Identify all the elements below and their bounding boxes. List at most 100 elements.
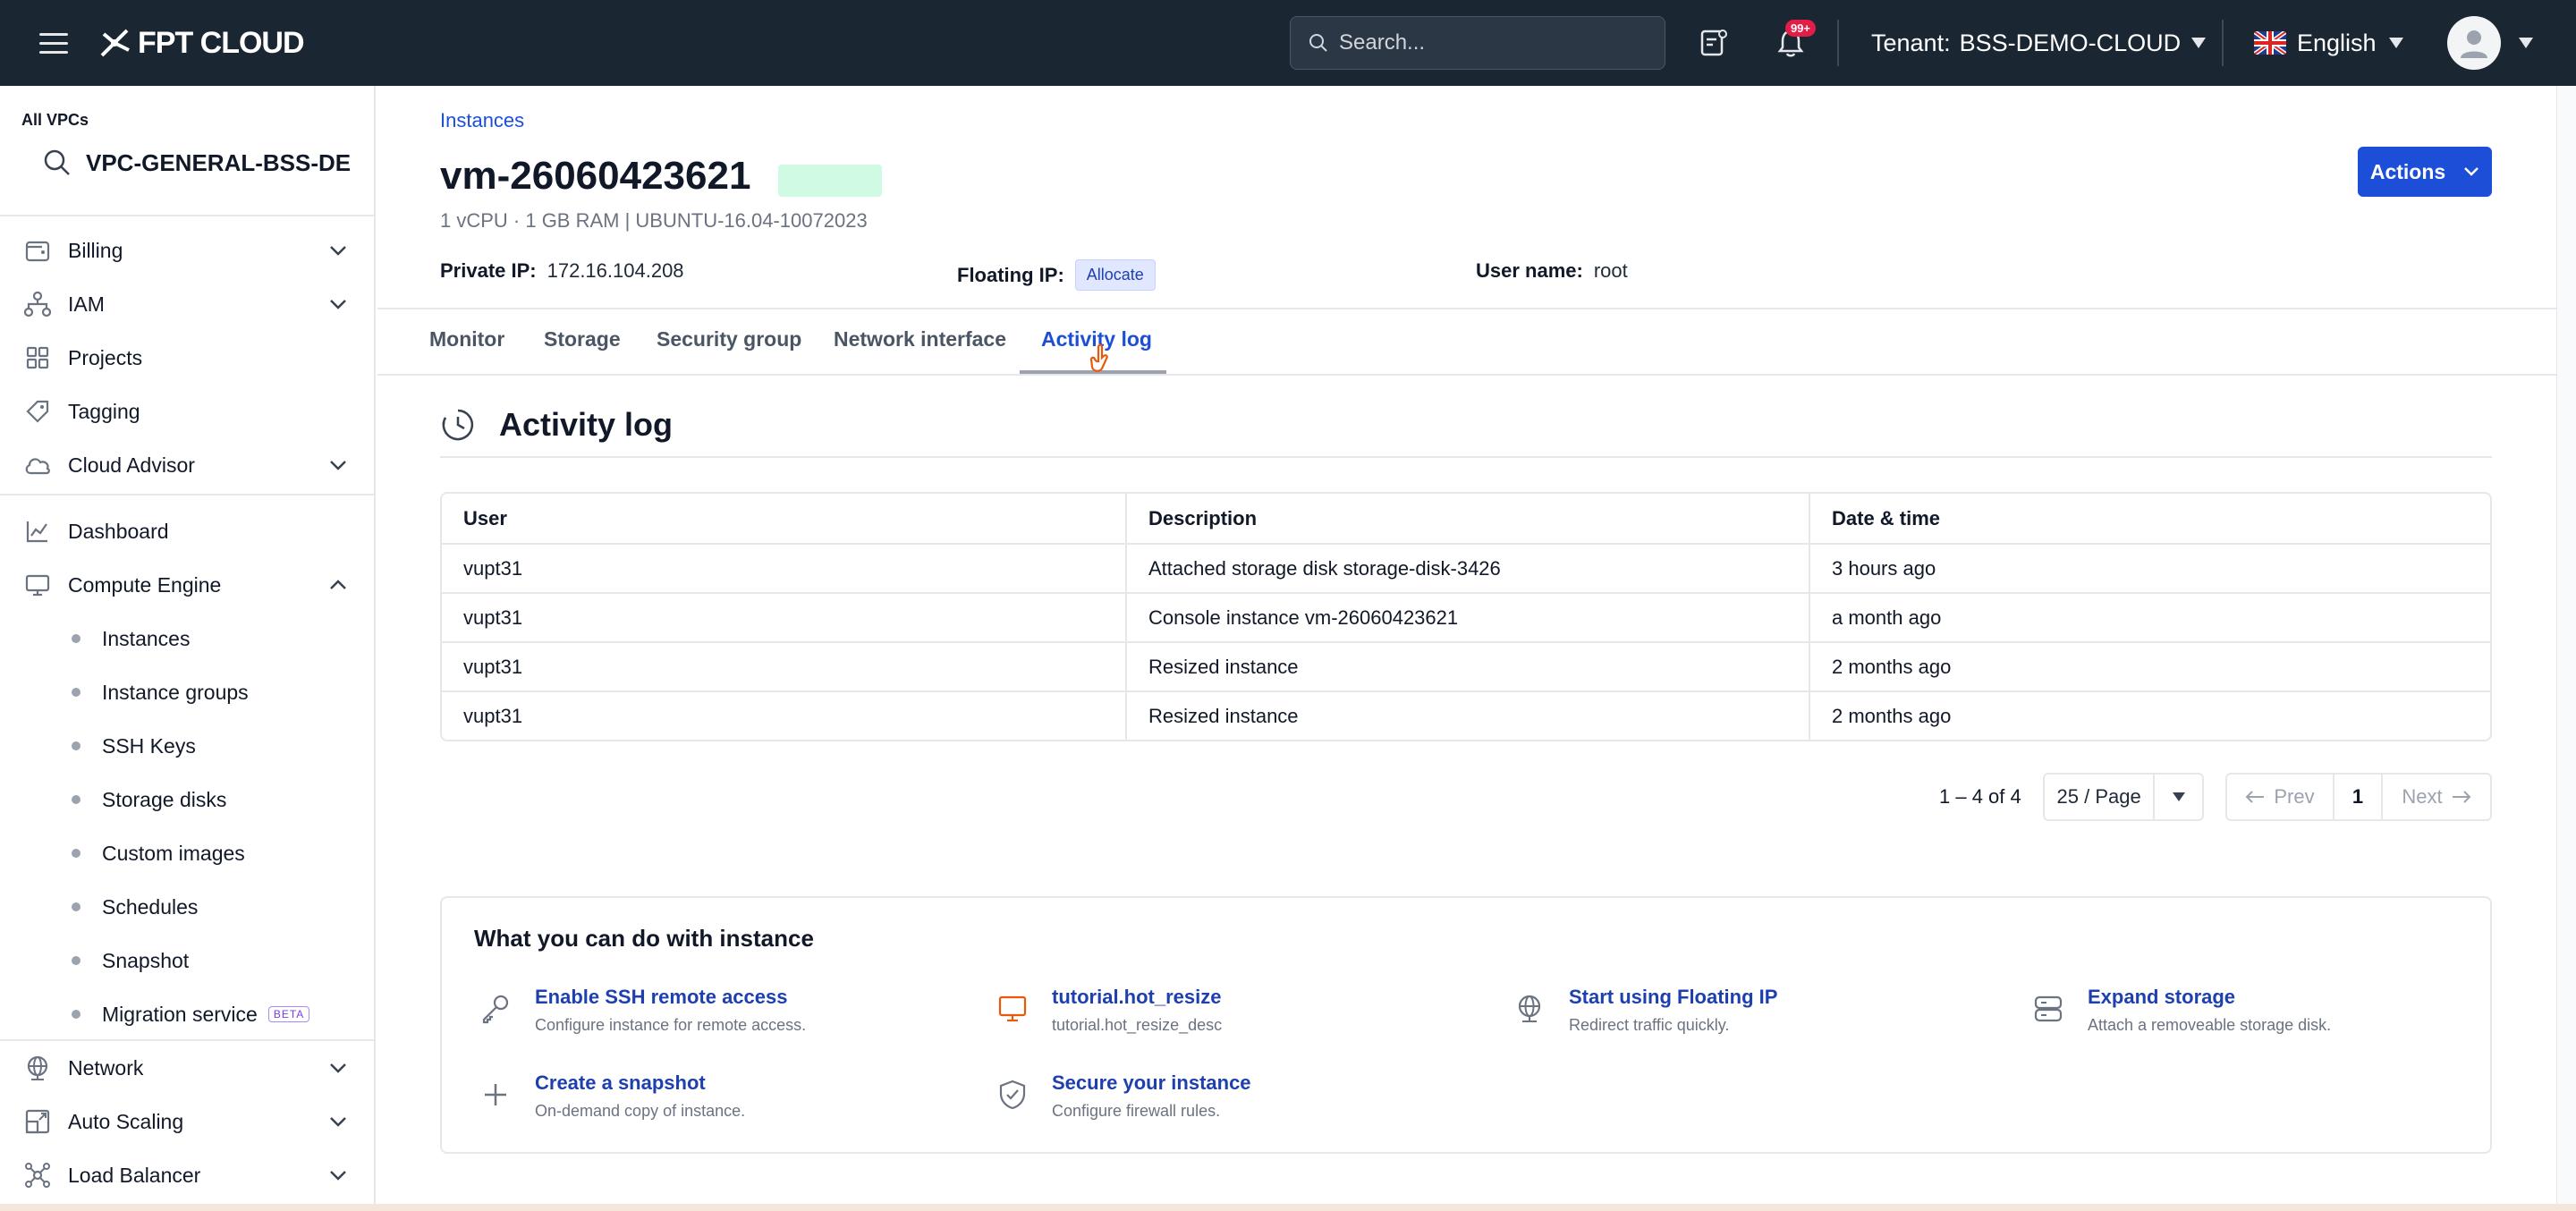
fpt-cloud-logo[interactable]: FPT CLOUD [97,21,305,64]
subitem-label: Instances [102,626,191,650]
subitem-label: Storage disks [102,787,227,811]
divider [2222,20,2224,66]
page-size-select[interactable]: 25 / Page [2043,773,2204,821]
divider [0,494,376,495]
chevron-down-icon [330,1171,346,1181]
subitem-label: Instance groups [102,680,249,704]
action-title: Start using Floating IP [1569,986,1778,1008]
subitem-label: Snapshot [102,948,190,972]
action-title: Expand storage [2088,986,2236,1008]
tab-storage[interactable]: Storage [544,327,621,351]
sidebar-subitem-custom-images[interactable]: Custom images [72,830,245,876]
private-ip-info: Private IP: 172.16.104.208 [440,259,684,283]
bullet [72,741,80,750]
prev-page-button[interactable]: Prev [2227,775,2334,819]
page-number-button[interactable]: 1 [2334,775,2383,819]
sidebar-subitem-instances[interactable]: Instances [72,615,190,662]
scrollbar[interactable] [2556,86,2576,1211]
load-balancer-icon [21,1159,54,1191]
language-label: English [2297,29,2377,56]
user-menu[interactable] [2447,16,2535,70]
breadcrumb-instances-link[interactable]: Instances [440,109,524,132]
sidebar-item-projects[interactable]: Projects [21,335,358,381]
scaling-icon [21,1105,54,1138]
mouse-pointer-hand-icon [1089,343,1108,372]
sidebar-subitem-ssh-keys[interactable]: SSH Keys [72,723,196,769]
cell-description: Attached storage disk storage-disk-3426 [1125,545,1809,592]
sidebar-item-cloud-advisor[interactable]: Cloud Advisor [21,442,358,488]
chart-line-icon [21,515,54,547]
action-create-snapshot[interactable]: Create a snapshot On-demand copy of inst… [478,1071,745,1121]
prev-label: Prev [2274,785,2315,808]
sidebar-item-dashboard[interactable]: Dashboard [21,508,358,555]
sidebar-item-load-balancer[interactable]: Load Balancer [21,1152,358,1198]
sidebar-item-label: IAM [68,292,105,316]
action-description: Configure firewall rules. [1052,1102,1221,1120]
bullet [72,1010,80,1019]
bottom-strip [0,1204,2576,1211]
allocate-button[interactable]: Allocate [1074,259,1156,291]
bullet [72,795,80,804]
request-ticket-button[interactable] [1694,23,1733,63]
action-description: tutorial.hot_resize_desc [1052,1016,1223,1034]
activity-log-header: Activity log [440,406,673,444]
tab-monitor[interactable]: Monitor [429,327,504,351]
actions-button[interactable]: Actions [2358,147,2492,197]
tenant-value: BSS-DEMO-CLOUD [1959,29,2182,56]
tag-icon [21,395,54,428]
instance-specs: 1 vCPU · 1 GB RAM | UBUNTU-16.04-1007202… [440,209,868,232]
sidebar-subitem-snapshot[interactable]: Snapshot [72,937,189,984]
chevron-down-icon [330,1063,346,1073]
chevron-down-icon [330,1117,346,1127]
arrow-right-icon [2452,791,2471,803]
main-content: Instances vm-26060423621 1 vCPU · 1 GB R… [377,86,2556,1211]
username-value: root [1593,259,1628,282]
action-secure-instance[interactable]: Secure your instance Configure firewall … [995,1071,1251,1121]
action-hot-resize[interactable]: tutorial.hot_resize tutorial.hot_resize_… [995,986,1222,1035]
action-description: Configure instance for remote access. [535,1016,807,1034]
sidebar-item-label: Projects [68,345,143,369]
vpc-selector[interactable]: VPC-GENERAL-BSS-DE [43,141,351,184]
sidebar-subitem-migration-service[interactable]: Migration service BETA [72,991,310,1037]
menu-toggle-button[interactable] [38,27,70,59]
subitem-label: SSH Keys [102,733,196,758]
tab-security-group[interactable]: Security group [657,327,801,351]
top-navigation-bar: FPT CLOUD Search... 99+ Tenant: BSS-DEMO… [0,0,2576,86]
action-title: Enable SSH remote access [535,986,788,1008]
language-selector[interactable]: English [2254,23,2405,63]
sidebar-item-auto-scaling[interactable]: Auto Scaling [21,1098,358,1145]
arrow-left-icon [2245,791,2265,803]
action-floating-ip[interactable]: Start using Floating IP Redirect traffic… [1512,986,1777,1035]
tab-network-interface[interactable]: Network interface [834,327,1006,351]
sidebar-item-billing[interactable]: Billing [21,227,358,274]
chevron-down-icon [330,300,346,309]
sidebar-item-tagging[interactable]: Tagging [21,388,358,435]
sidebar-item-label: Load Balancer [68,1163,201,1187]
vpc-label: All VPCs [21,111,89,129]
sidebar-subitem-instance-groups[interactable]: Instance groups [72,669,249,716]
tenant-selector[interactable]: Tenant: BSS-DEMO-CLOUD [1871,23,2207,63]
history-clock-icon [442,409,474,441]
logo-text: FPT CLOUD [138,25,305,60]
next-label: Next [2402,785,2443,808]
next-page-button[interactable]: Next [2383,775,2490,819]
logo-mark-icon [100,29,130,57]
table-row: vupt31 Resized instance 2 months ago [442,641,2490,690]
column-header-description: Description [1125,494,1809,543]
actions-label: Actions [2369,159,2446,183]
sidebar-item-label: Network [68,1055,144,1080]
action-expand-storage[interactable]: Expand storage Attach a removeable stora… [2030,986,2331,1035]
caret-down-icon [2191,38,2207,48]
avatar [2447,16,2501,70]
sidebar-item-compute-engine[interactable]: Compute Engine [21,562,358,608]
sidebar-subitem-schedules[interactable]: Schedules [72,884,198,930]
column-header-user: User [463,506,507,529]
notifications-button[interactable]: 99+ [1771,20,1816,63]
global-search-input[interactable]: Search... [1290,16,1665,70]
action-enable-ssh[interactable]: Enable SSH remote access Configure insta… [478,986,806,1035]
sidebar-item-network[interactable]: Network [21,1045,358,1091]
sidebar-subitem-storage-disks[interactable]: Storage disks [72,776,226,823]
tenant-label: Tenant: [1871,29,1951,56]
sidebar-item-label: Tagging [68,399,140,423]
sidebar-item-iam[interactable]: IAM [21,281,358,327]
